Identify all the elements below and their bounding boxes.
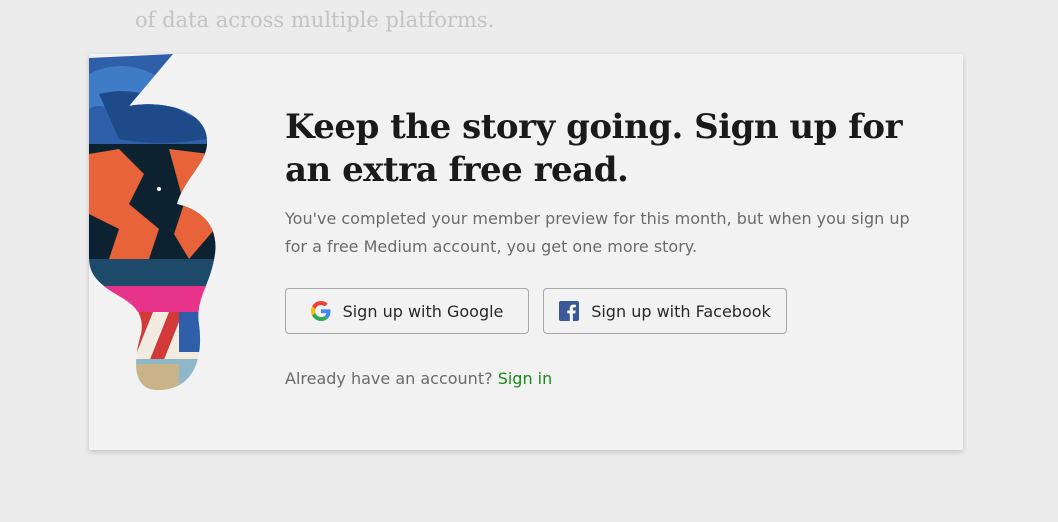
signup-modal: Keep the story going. Sign up for an ext…	[89, 54, 963, 450]
google-signup-label: Sign up with Google	[342, 301, 504, 321]
signin-row: Already have an account? Sign in	[285, 369, 925, 388]
facebook-signup-button[interactable]: Sign up with Facebook	[543, 288, 787, 334]
facebook-signup-label: Sign up with Facebook	[591, 301, 771, 321]
signup-buttons: Sign up with Google Sign up with Faceboo…	[285, 288, 925, 334]
signin-prompt: Already have an account?	[285, 369, 493, 388]
modal-subtext: You've completed your member preview for…	[285, 209, 910, 256]
background-article-text: of data across multiple platforms.	[135, 8, 495, 32]
facebook-icon	[559, 301, 580, 321]
modal-illustration	[89, 54, 216, 391]
google-signup-button[interactable]: Sign up with Google	[285, 288, 529, 334]
signin-link[interactable]: Sign in	[498, 369, 553, 388]
google-icon	[310, 301, 331, 321]
modal-headline: Keep the story going. Sign up for an ext…	[285, 107, 902, 190]
